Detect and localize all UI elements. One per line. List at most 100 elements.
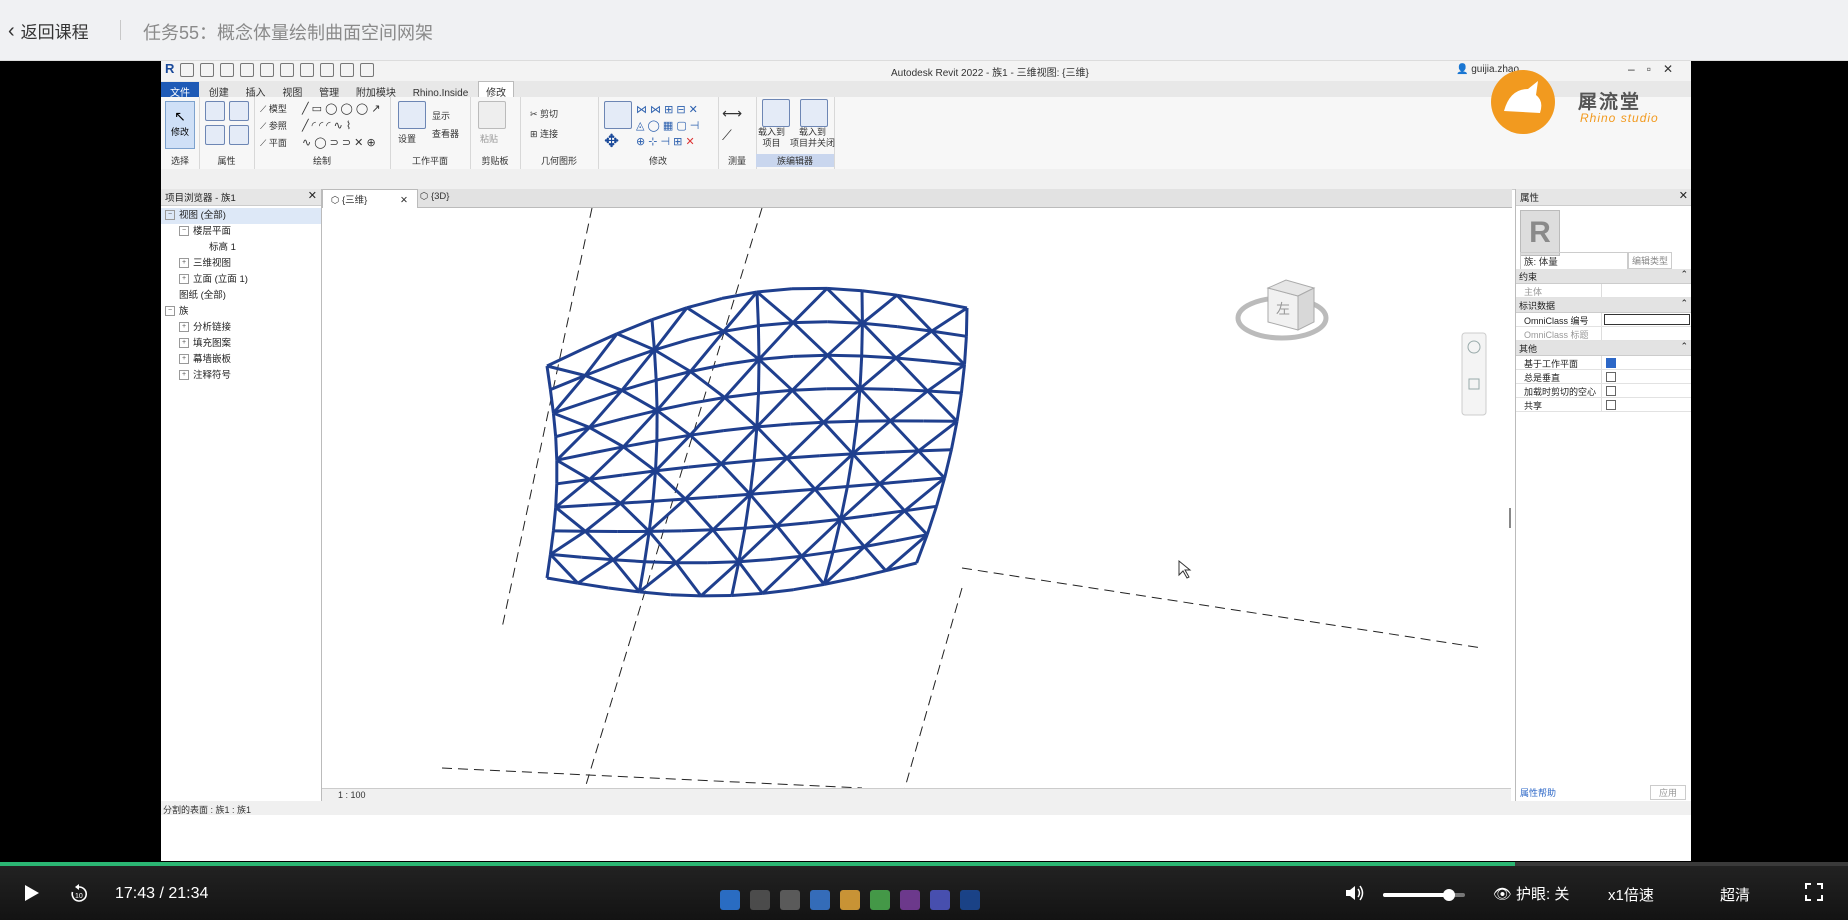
volume-button[interactable] [1345, 884, 1365, 907]
eye-care-toggle[interactable]: 👁 护眼: 关 [1493, 883, 1569, 904]
browser-item[interactable]: + 三维视图 [161, 256, 321, 272]
open-icon[interactable] [180, 63, 195, 77]
redo-icon[interactable] [260, 63, 275, 77]
close-icon[interactable]: ✕ [1679, 189, 1688, 202]
join-button[interactable]: ⊞ 连接 [530, 127, 558, 140]
property-input[interactable] [1604, 314, 1690, 325]
property-value[interactable] [1602, 313, 1691, 326]
property-group[interactable]: 约束 ⌃ [1516, 269, 1691, 284]
collapse-icon[interactable]: − [165, 210, 175, 221]
measure-distance-icon[interactable]: ⟷ [722, 105, 742, 122]
undo-icon[interactable] [240, 63, 255, 77]
expand-icon[interactable]: + [179, 338, 189, 349]
family-category-icon[interactable] [205, 125, 225, 145]
load-into-project-close-icon[interactable] [800, 99, 828, 127]
modify-tools-row-2[interactable]: ◬ ◯ ▦ ▢ ⊣ [636, 119, 699, 132]
save-icon[interactable] [200, 63, 215, 77]
type-selector[interactable]: 族: 体量 [1520, 252, 1628, 270]
collapse-icon[interactable]: ⌃ [1680, 269, 1688, 280]
property-value[interactable] [1602, 370, 1691, 383]
draw-shapes-row-3[interactable]: ∿ ◯ ⊃ ⊃ ✕ ⊕ [302, 136, 376, 149]
apply-button[interactable]: 应用 [1649, 785, 1686, 800]
dimension-icon[interactable]: ⟋ [722, 127, 732, 144]
back-to-course-button[interactable]: ‹ 返回课程 [8, 18, 89, 43]
browser-item[interactable]: − 楼层平面 [161, 224, 321, 240]
expand-icon[interactable]: + [179, 354, 189, 365]
modify-button[interactable]: ↖ 修改 [165, 101, 195, 149]
browser-item[interactable]: + 分析链接 [161, 320, 321, 336]
browser-item[interactable]: 标高 1 [161, 240, 321, 256]
load-into-project-close-label[interactable]: 载入到 项目并关闭 [790, 127, 835, 149]
browser-item[interactable]: + 注释符号 [161, 368, 321, 384]
property-checkbox[interactable] [1606, 372, 1616, 382]
expand-icon[interactable]: + [179, 274, 189, 285]
load-into-project-label[interactable]: 载入到 项目 [758, 127, 785, 149]
switch-window-icon[interactable] [360, 63, 375, 77]
expand-icon[interactable]: + [179, 258, 189, 269]
collapse-icon[interactable]: ⌃ [1680, 298, 1688, 309]
property-value[interactable] [1602, 398, 1691, 411]
sync-icon[interactable] [220, 63, 235, 77]
volume-slider[interactable] [1383, 889, 1465, 901]
modify-tools-row-3[interactable]: ⊕ ⊹ ⊣ ⊞ ✕ [636, 135, 695, 148]
playback-speed-button[interactable]: x1倍速 [1608, 884, 1654, 905]
volume-thumb[interactable] [1442, 889, 1455, 901]
paste-icon[interactable] [478, 101, 506, 129]
collapse-icon[interactable]: ⌃ [1680, 341, 1688, 352]
close-tab-icon[interactable]: ✕ [400, 195, 408, 206]
print-icon[interactable] [280, 63, 295, 77]
property-group[interactable]: 其他 ⌃ [1516, 341, 1691, 356]
set-workplane-label[interactable]: 设置 [398, 132, 416, 145]
move-icon[interactable]: ✥ [604, 131, 619, 152]
3d-view-canvas[interactable]: 左 [322, 207, 1511, 799]
view-cube[interactable]: 左 [1235, 279, 1329, 341]
collapse-icon[interactable]: − [165, 306, 175, 317]
expand-icon[interactable]: + [179, 370, 189, 381]
browser-item[interactable]: + 幕墙嵌板 [161, 352, 321, 368]
paste-label[interactable]: 粘贴 [480, 132, 498, 145]
scale-label[interactable]: 1 : 100 [338, 790, 366, 800]
draw-shapes-row-2[interactable]: ╱ ◜ ◜ ◜ ∿ ⌇ [302, 119, 351, 132]
cut-button[interactable]: ✂ 剪切 [530, 107, 558, 120]
browser-item[interactable]: + 填充图案 [161, 336, 321, 352]
browser-item[interactable]: − 视图 (全部) [161, 208, 321, 224]
view-tab-3d[interactable]: ⬡ {3D} [412, 189, 457, 210]
space-frame-model[interactable]: 左 [322, 207, 1511, 799]
rewind-10s-button[interactable]: 10 [69, 884, 89, 909]
load-into-project-icon[interactable] [762, 99, 790, 127]
browser-item[interactable]: + 立面 (立面 1) [161, 272, 321, 288]
property-value[interactable] [1602, 356, 1691, 369]
quality-button[interactable]: 超清 [1720, 884, 1750, 905]
align-icon[interactable] [604, 101, 632, 129]
navigation-bar[interactable] [1461, 332, 1487, 416]
fullscreen-button[interactable] [1805, 883, 1823, 906]
expand-icon[interactable]: + [179, 322, 189, 333]
revit-logo-icon[interactable]: R [165, 62, 174, 75]
property-checkbox[interactable] [1606, 400, 1616, 410]
property-checkbox[interactable] [1606, 386, 1616, 396]
family-types-icon[interactable] [229, 125, 249, 145]
text-icon[interactable] [320, 63, 335, 77]
modify-tools-row-1[interactable]: ⋈ ⋈ ⊞ ⊟ ✕ [636, 103, 698, 116]
draw-model-button[interactable]: ⟋ 模型 [260, 102, 287, 115]
3d-view-icon[interactable] [340, 63, 355, 77]
set-workplane-icon[interactable] [398, 101, 426, 129]
draw-reference-button[interactable]: ⟋ 参照 [260, 119, 287, 132]
show-workplane-button[interactable]: 显示 [432, 109, 450, 122]
play-button[interactable] [24, 884, 40, 907]
property-group[interactable]: 标识数据 ⌃ [1516, 298, 1691, 313]
draw-shapes-row-1[interactable]: ╱ ▭ ◯ ◯ ◯ ↗ [302, 102, 380, 115]
type-properties-icon[interactable] [229, 101, 249, 121]
measure-icon[interactable] [300, 63, 315, 77]
close-icon[interactable]: ✕ [308, 189, 317, 202]
property-checkbox[interactable] [1606, 358, 1616, 368]
properties-help-link[interactable]: 属性帮助 [1520, 786, 1556, 799]
property-value[interactable] [1602, 384, 1691, 397]
workplane-viewer-button[interactable]: 查看器 [432, 127, 459, 140]
edit-type-button[interactable]: 编辑类型 [1628, 252, 1673, 269]
browser-item[interactable]: − 族 [161, 304, 321, 320]
properties-icon[interactable] [205, 101, 225, 121]
draw-plane-button[interactable]: ⟋ 平面 [260, 136, 287, 149]
collapse-icon[interactable]: − [179, 226, 189, 237]
browser-item[interactable]: 图纸 (全部) [161, 288, 321, 304]
